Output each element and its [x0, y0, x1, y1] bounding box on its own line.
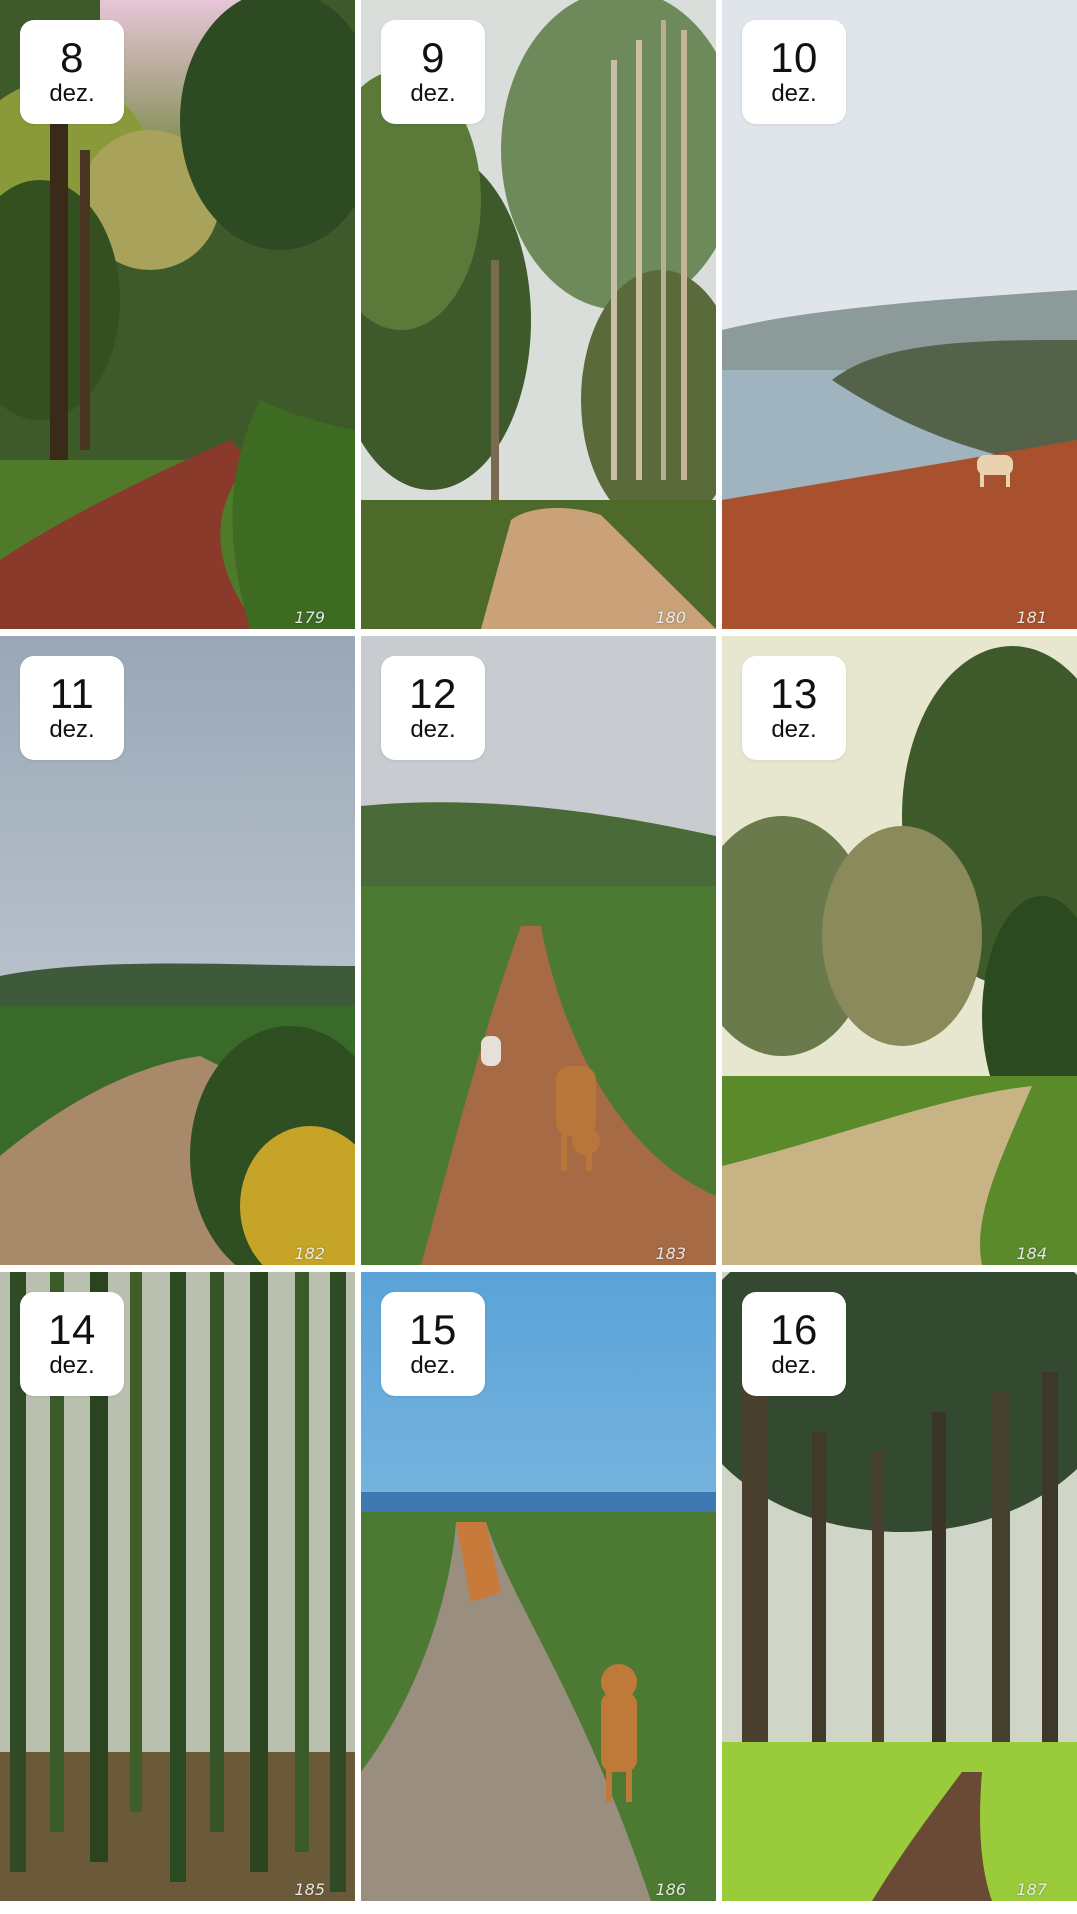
date-badge: 8 dez. [20, 20, 124, 124]
date-badge: 10 dez. [742, 20, 846, 124]
date-badge: 15 dez. [381, 1292, 485, 1396]
date-month: dez. [771, 80, 817, 107]
date-month: dez. [49, 80, 95, 107]
photo-tile[interactable]: 15 dez. 186 [361, 1272, 716, 1901]
date-badge: 16 dez. [742, 1292, 846, 1396]
date-month: dez. [771, 1352, 817, 1379]
date-badge: 14 dez. [20, 1292, 124, 1396]
date-day: 16 [770, 1306, 818, 1353]
photo-tile[interactable]: 12 dez. 183 [361, 636, 716, 1265]
date-day: 9 [421, 34, 445, 81]
date-badge: 13 dez. [742, 656, 846, 760]
date-month: dez. [771, 716, 817, 743]
date-month: dez. [410, 1352, 456, 1379]
date-badge: 11 dez. [20, 656, 124, 760]
date-day: 14 [48, 1306, 96, 1353]
photo-number: 183 [655, 1244, 686, 1263]
date-badge: 9 dez. [381, 20, 485, 124]
date-month: dez. [49, 1352, 95, 1379]
date-badge: 12 dez. [381, 656, 485, 760]
photo-tile[interactable]: 11 dez. 182 [0, 636, 355, 1265]
photo-number: 181 [1016, 608, 1047, 627]
date-day: 11 [49, 670, 95, 717]
photo-number: 187 [1016, 1880, 1047, 1899]
photo-number: 184 [1016, 1244, 1047, 1263]
photo-tile[interactable]: 13 dez. 184 [722, 636, 1077, 1265]
date-month: dez. [49, 716, 95, 743]
photo-tile[interactable]: 10 dez. 181 [722, 0, 1077, 629]
date-day: 12 [409, 670, 457, 717]
date-day: 15 [409, 1306, 457, 1353]
photo-tile[interactable]: 8 dez. 179 [0, 0, 355, 629]
photo-number: 185 [294, 1880, 325, 1899]
photo-tile[interactable]: 16 dez. 187 [722, 1272, 1077, 1901]
date-day: 10 [770, 34, 818, 81]
date-month: dez. [410, 80, 456, 107]
date-month: dez. [410, 716, 456, 743]
photo-number: 182 [294, 1244, 325, 1263]
photo-number: 179 [294, 608, 325, 627]
date-day: 8 [60, 34, 84, 81]
photo-number: 186 [655, 1880, 686, 1899]
photo-grid: 8 dez. 179 9 dez. 180 10 dez. 181 11 dez… [0, 0, 1077, 1914]
date-day: 13 [770, 670, 818, 717]
photo-tile[interactable]: 14 dez. 185 [0, 1272, 355, 1901]
photo-tile[interactable]: 9 dez. 180 [361, 0, 716, 629]
photo-number: 180 [655, 608, 686, 627]
